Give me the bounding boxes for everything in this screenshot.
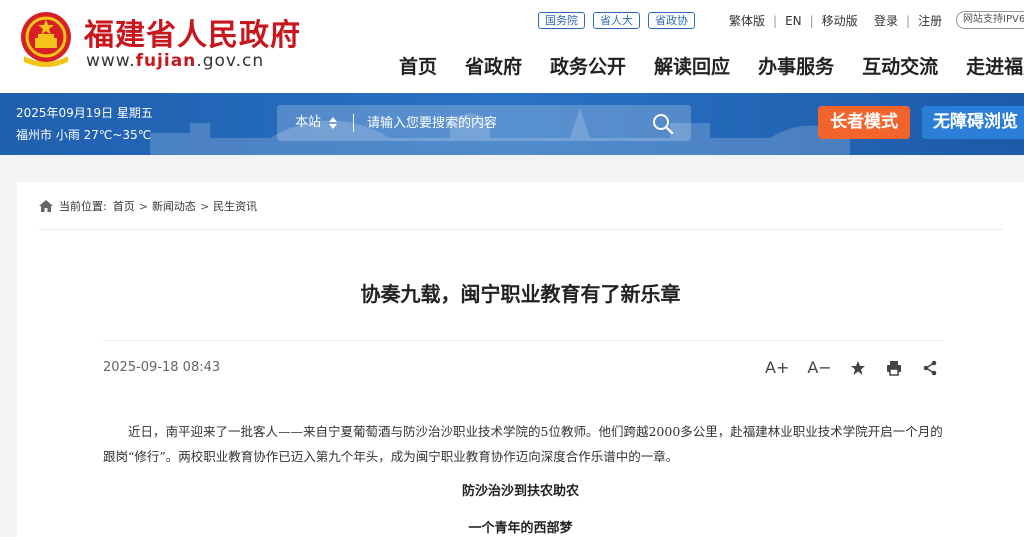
main-nav: 首页 省政府 政务公开 解读回应 办事服务 互动交流 走进福建 <box>399 52 1024 79</box>
nav-interaction[interactable]: 互动交流 <box>862 52 938 79</box>
register-link[interactable]: 注册 <box>918 12 942 29</box>
search-scope-select[interactable]: 本站 <box>295 105 338 141</box>
search-icon[interactable] <box>651 112 675 134</box>
current-date: 2025年09月19日 星期五 <box>16 106 153 120</box>
article-card: 当前位置: 首页 > 新闻动态 > 民生资讯 协奏九载，闽宁职业教育有了新乐章 … <box>17 182 1024 537</box>
publish-date: 2025-09-18 08:43 <box>103 360 221 375</box>
link-provincial-cppcc[interactable]: 省政协 <box>648 12 695 29</box>
elder-mode-button[interactable]: 长者模式 <box>818 106 910 139</box>
article-tools: A+ A− <box>765 358 958 377</box>
breadcrumb-livelihood[interactable]: 民生资讯 <box>213 198 257 214</box>
link-provincial-congress[interactable]: 省人大 <box>593 12 640 29</box>
print-icon[interactable] <box>886 360 902 376</box>
search-scope-label: 本站 <box>295 115 322 130</box>
breadcrumb-news[interactable]: 新闻动态 <box>152 198 196 214</box>
site-name[interactable]: 福建省人民政府 <box>84 10 301 54</box>
divider <box>39 229 1003 230</box>
nav-services[interactable]: 办事服务 <box>758 52 834 79</box>
separator: | <box>773 13 778 28</box>
font-increase-button[interactable]: A+ <box>765 358 789 377</box>
star-icon[interactable] <box>850 360 866 376</box>
separator: | <box>809 13 814 28</box>
divider <box>103 340 943 341</box>
url-prefix: www. <box>86 51 136 71</box>
breadcrumb-home[interactable]: 首页 <box>113 198 135 214</box>
share-icon[interactable] <box>922 360 938 376</box>
top-header: 福建省人民政府 www.fujian.gov.cn 国务院 省人大 省政协 繁体… <box>0 0 1024 93</box>
link-traditional[interactable]: 繁体版 <box>729 12 765 29</box>
language-links: 繁体版 | EN | 移动版 <box>729 12 858 29</box>
article-subheading: 防沙治沙到扶农助农 <box>461 484 579 499</box>
separator: | <box>906 13 911 28</box>
national-emblem-icon <box>21 12 71 67</box>
breadcrumb: 当前位置: 首页 > 新闻动态 > 民生资讯 <box>39 198 257 214</box>
search-divider <box>353 114 354 132</box>
breadcrumb-label: 当前位置: <box>59 200 107 213</box>
nav-open-affairs[interactable]: 政务公开 <box>550 52 626 79</box>
link-english[interactable]: EN <box>785 14 802 28</box>
nav-government[interactable]: 省政府 <box>465 52 522 79</box>
article-subheading: 一个青年的西部梦 <box>468 521 573 536</box>
nav-interpretation[interactable]: 解读回应 <box>654 52 730 79</box>
breadcrumb-separator: > <box>138 199 148 213</box>
home-icon <box>39 200 53 212</box>
login-link[interactable]: 登录 <box>874 12 898 29</box>
sort-arrows-icon <box>329 117 338 129</box>
site-url[interactable]: www.fujian.gov.cn <box>86 51 264 71</box>
nav-about-fujian[interactable]: 走进福建 <box>966 52 1024 79</box>
search-input[interactable] <box>367 105 627 141</box>
nav-home[interactable]: 首页 <box>399 52 437 79</box>
font-decrease-button[interactable]: A− <box>807 358 831 377</box>
weather-info: 福州市 小雨 27℃~35℃ <box>16 128 152 142</box>
url-domain: fujian <box>135 51 197 71</box>
link-state-council[interactable]: 国务院 <box>538 12 585 29</box>
url-suffix: .gov.cn <box>196 51 265 71</box>
article-paragraph: 近日，南平迎来了一批客人——来自宁夏葡萄酒与防沙治沙职业技术学院的5位教师。他们… <box>103 424 943 464</box>
account-links: 登录 | 注册 <box>874 12 942 29</box>
article-title: 协奏九载，闽宁职业教育有了新乐章 <box>360 282 681 306</box>
link-mobile[interactable]: 移动版 <box>822 12 858 29</box>
accessible-browse-button[interactable]: 无障碍浏览 <box>922 106 1024 139</box>
search-box: 本站 <box>277 105 691 141</box>
gov-links: 国务院 省人大 省政协 <box>538 12 695 29</box>
ipv6-badge: 网站支持IPV6 <box>956 11 1024 29</box>
breadcrumb-separator: > <box>199 199 210 213</box>
